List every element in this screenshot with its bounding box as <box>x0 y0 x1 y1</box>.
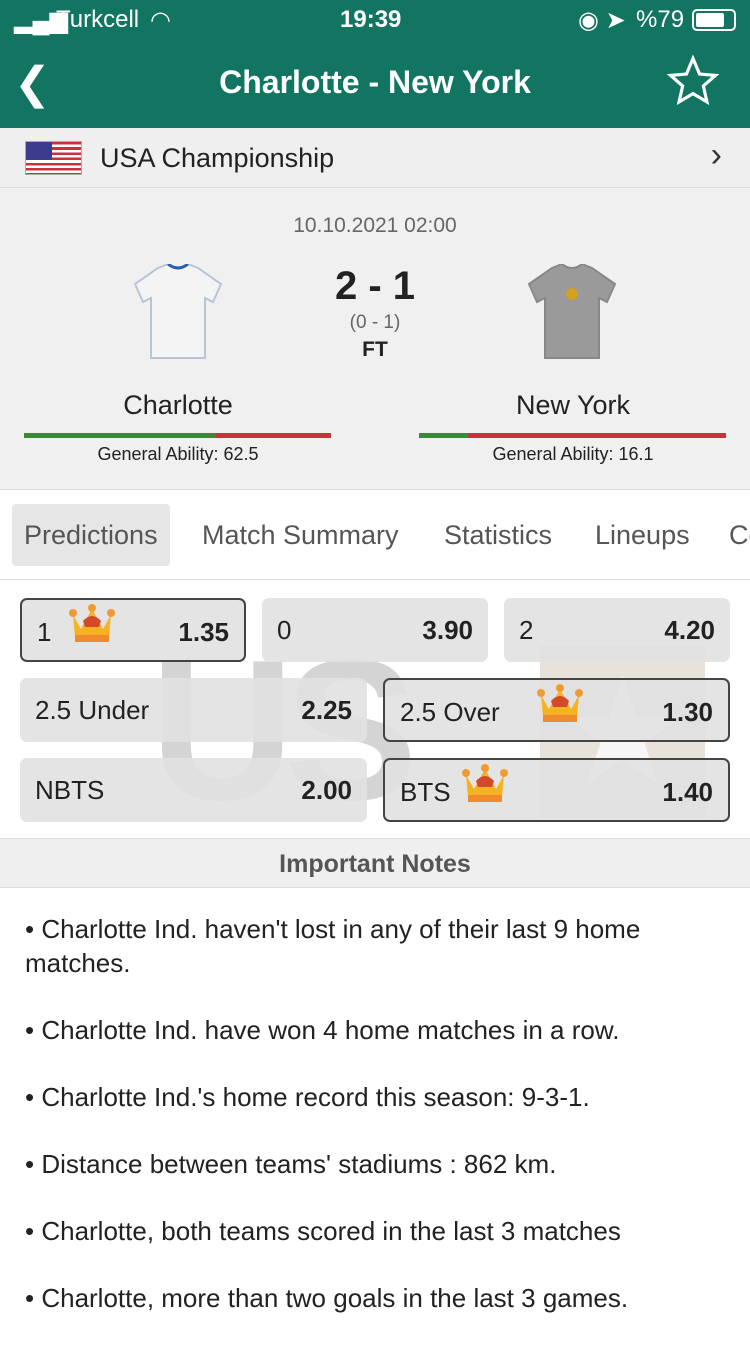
tab-statistics[interactable]: Statistics <box>432 504 564 566</box>
prediction-label: 1 <box>37 617 52 647</box>
tab-bar: Predictions Match Summary Statistics Lin… <box>0 490 750 580</box>
note-item: • Distance between teams' stadiums : 862… <box>25 1149 557 1179</box>
predictions-panel: US ★ 11.3503.9024.202.5 Under2.252.5 Ove… <box>0 580 750 838</box>
home-ability-bar <box>24 433 331 438</box>
prediction-label: 2.5 Over <box>400 697 500 727</box>
tab-predictions[interactable]: Predictions <box>12 504 170 566</box>
prediction-odd: 1.30 <box>662 697 713 727</box>
prediction-option[interactable]: 2 4.20 <box>504 598 730 662</box>
prediction-label: 0 <box>277 615 292 645</box>
prediction-option[interactable]: 0 3.90 <box>262 598 488 662</box>
tab-lineups[interactable]: Lineups <box>583 504 702 566</box>
nav-bar: ❮ Charlotte - New York <box>0 40 750 128</box>
note-item: • Charlotte, more than two goals in the … <box>25 1283 629 1313</box>
half-time-score: (0 - 1) <box>349 312 401 333</box>
prediction-option[interactable]: 2.5 Over 1.30 <box>383 678 730 742</box>
crown-icon <box>537 683 583 730</box>
league-row[interactable]: USA Championship › <box>0 128 750 188</box>
note-item: • Charlotte, both teams scored in the la… <box>25 1216 621 1246</box>
favorite-star-icon[interactable] <box>666 54 720 113</box>
note-item: • Charlotte Ind. haven't lost in any of … <box>25 914 641 978</box>
prediction-label: 2 <box>519 615 534 645</box>
note-item: • Charlotte Ind.'s home record this seas… <box>25 1082 590 1112</box>
prediction-option[interactable]: 2.5 Under 2.25 <box>20 678 367 742</box>
match-date: 10.10.2021 02:00 <box>293 214 457 237</box>
away-ability-bar <box>419 433 726 438</box>
prediction-label: BTS <box>400 777 451 807</box>
notes-list: • Charlotte Ind. haven't lost in any of … <box>25 912 725 1348</box>
prediction-odd: 3.90 <box>422 615 473 645</box>
prediction-odd: 1.40 <box>662 777 713 807</box>
score: 2 - 1 <box>334 264 416 308</box>
wifi-icon: ◠ <box>150 7 171 34</box>
chevron-right-icon: › <box>710 136 722 174</box>
prediction-label: 2.5 Under <box>35 695 150 725</box>
tab-more[interactable]: Co <box>717 504 750 566</box>
prediction-odd: 4.20 <box>664 615 715 645</box>
crown-icon <box>69 603 115 650</box>
crown-icon <box>462 763 508 810</box>
match-status: FT <box>362 338 388 361</box>
battery-text: %79 <box>636 6 685 33</box>
notes-title: Important Notes <box>0 838 750 888</box>
away-ability: General Ability: 16.1 <box>492 444 654 464</box>
clock: 19:39 <box>340 6 402 33</box>
prediction-option[interactable]: 1 1.35 <box>20 598 246 662</box>
status-bar: ▂▄▆ Turkcell ◠ 19:39 ◉ ➤ %79 <box>0 0 750 40</box>
page-title: Charlotte - New York <box>219 64 531 100</box>
note-item: • Charlotte Ind. have won 4 home matches… <box>25 1015 620 1045</box>
match-header: 10.10.2021 02:00 2 - 1 (0 - 1) FT Charlo… <box>0 188 750 490</box>
carrier: Turkcell <box>56 6 140 33</box>
prediction-odd: 1.35 <box>178 617 229 647</box>
league-name: USA Championship <box>100 143 335 173</box>
usa-flag-icon <box>25 141 82 175</box>
home-team-name[interactable]: Charlotte <box>23 390 333 421</box>
prediction-option[interactable]: NBTS 2.00 <box>20 758 367 822</box>
prediction-odd: 2.25 <box>301 695 352 725</box>
prediction-option[interactable]: BTS 1.40 <box>383 758 730 822</box>
home-ability: General Ability: 62.5 <box>97 444 259 464</box>
prediction-odd: 2.00 <box>301 775 352 805</box>
prediction-label: NBTS <box>35 775 105 805</box>
battery-icon <box>692 9 736 31</box>
tab-match-summary[interactable]: Match Summary <box>190 504 411 566</box>
location-icon: ◉ ➤ <box>578 7 626 34</box>
away-team-name[interactable]: New York <box>418 390 728 421</box>
